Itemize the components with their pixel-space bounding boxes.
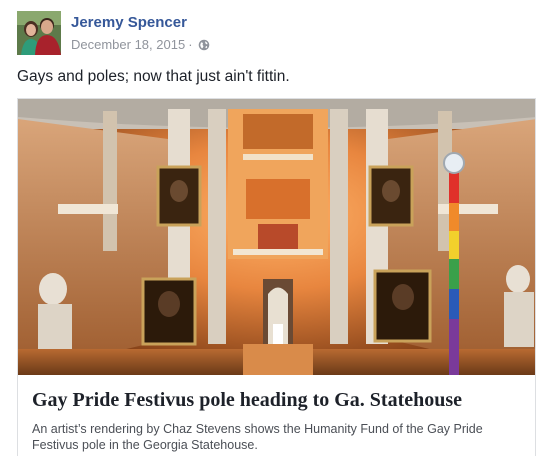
link-headline[interactable]: Gay Pride Festivus pole heading to Ga. S… [32, 389, 522, 412]
link-preview-card[interactable]: Gay Pride Festivus pole heading to Ga. S… [17, 98, 536, 456]
statehouse-rotunda-image[interactable] [18, 99, 536, 375]
post-text: Gays and poles; now that just ain't fitt… [17, 68, 290, 85]
post-timestamp-link[interactable]: December 18, 2015 [71, 37, 185, 52]
globe-icon[interactable] [198, 39, 210, 51]
author-avatar[interactable] [17, 11, 61, 55]
facebook-post: Jeremy Spencer December 18, 2015 · Gays … [0, 0, 553, 456]
author-name-link[interactable]: Jeremy Spencer [71, 14, 187, 31]
link-description: An artist’s rendering by Chaz Stevens sh… [32, 422, 483, 452]
meta-separator: · [188, 37, 193, 52]
post-header: Jeremy Spencer December 18, 2015 · [17, 11, 537, 57]
post-meta: December 18, 2015 · [71, 37, 210, 52]
